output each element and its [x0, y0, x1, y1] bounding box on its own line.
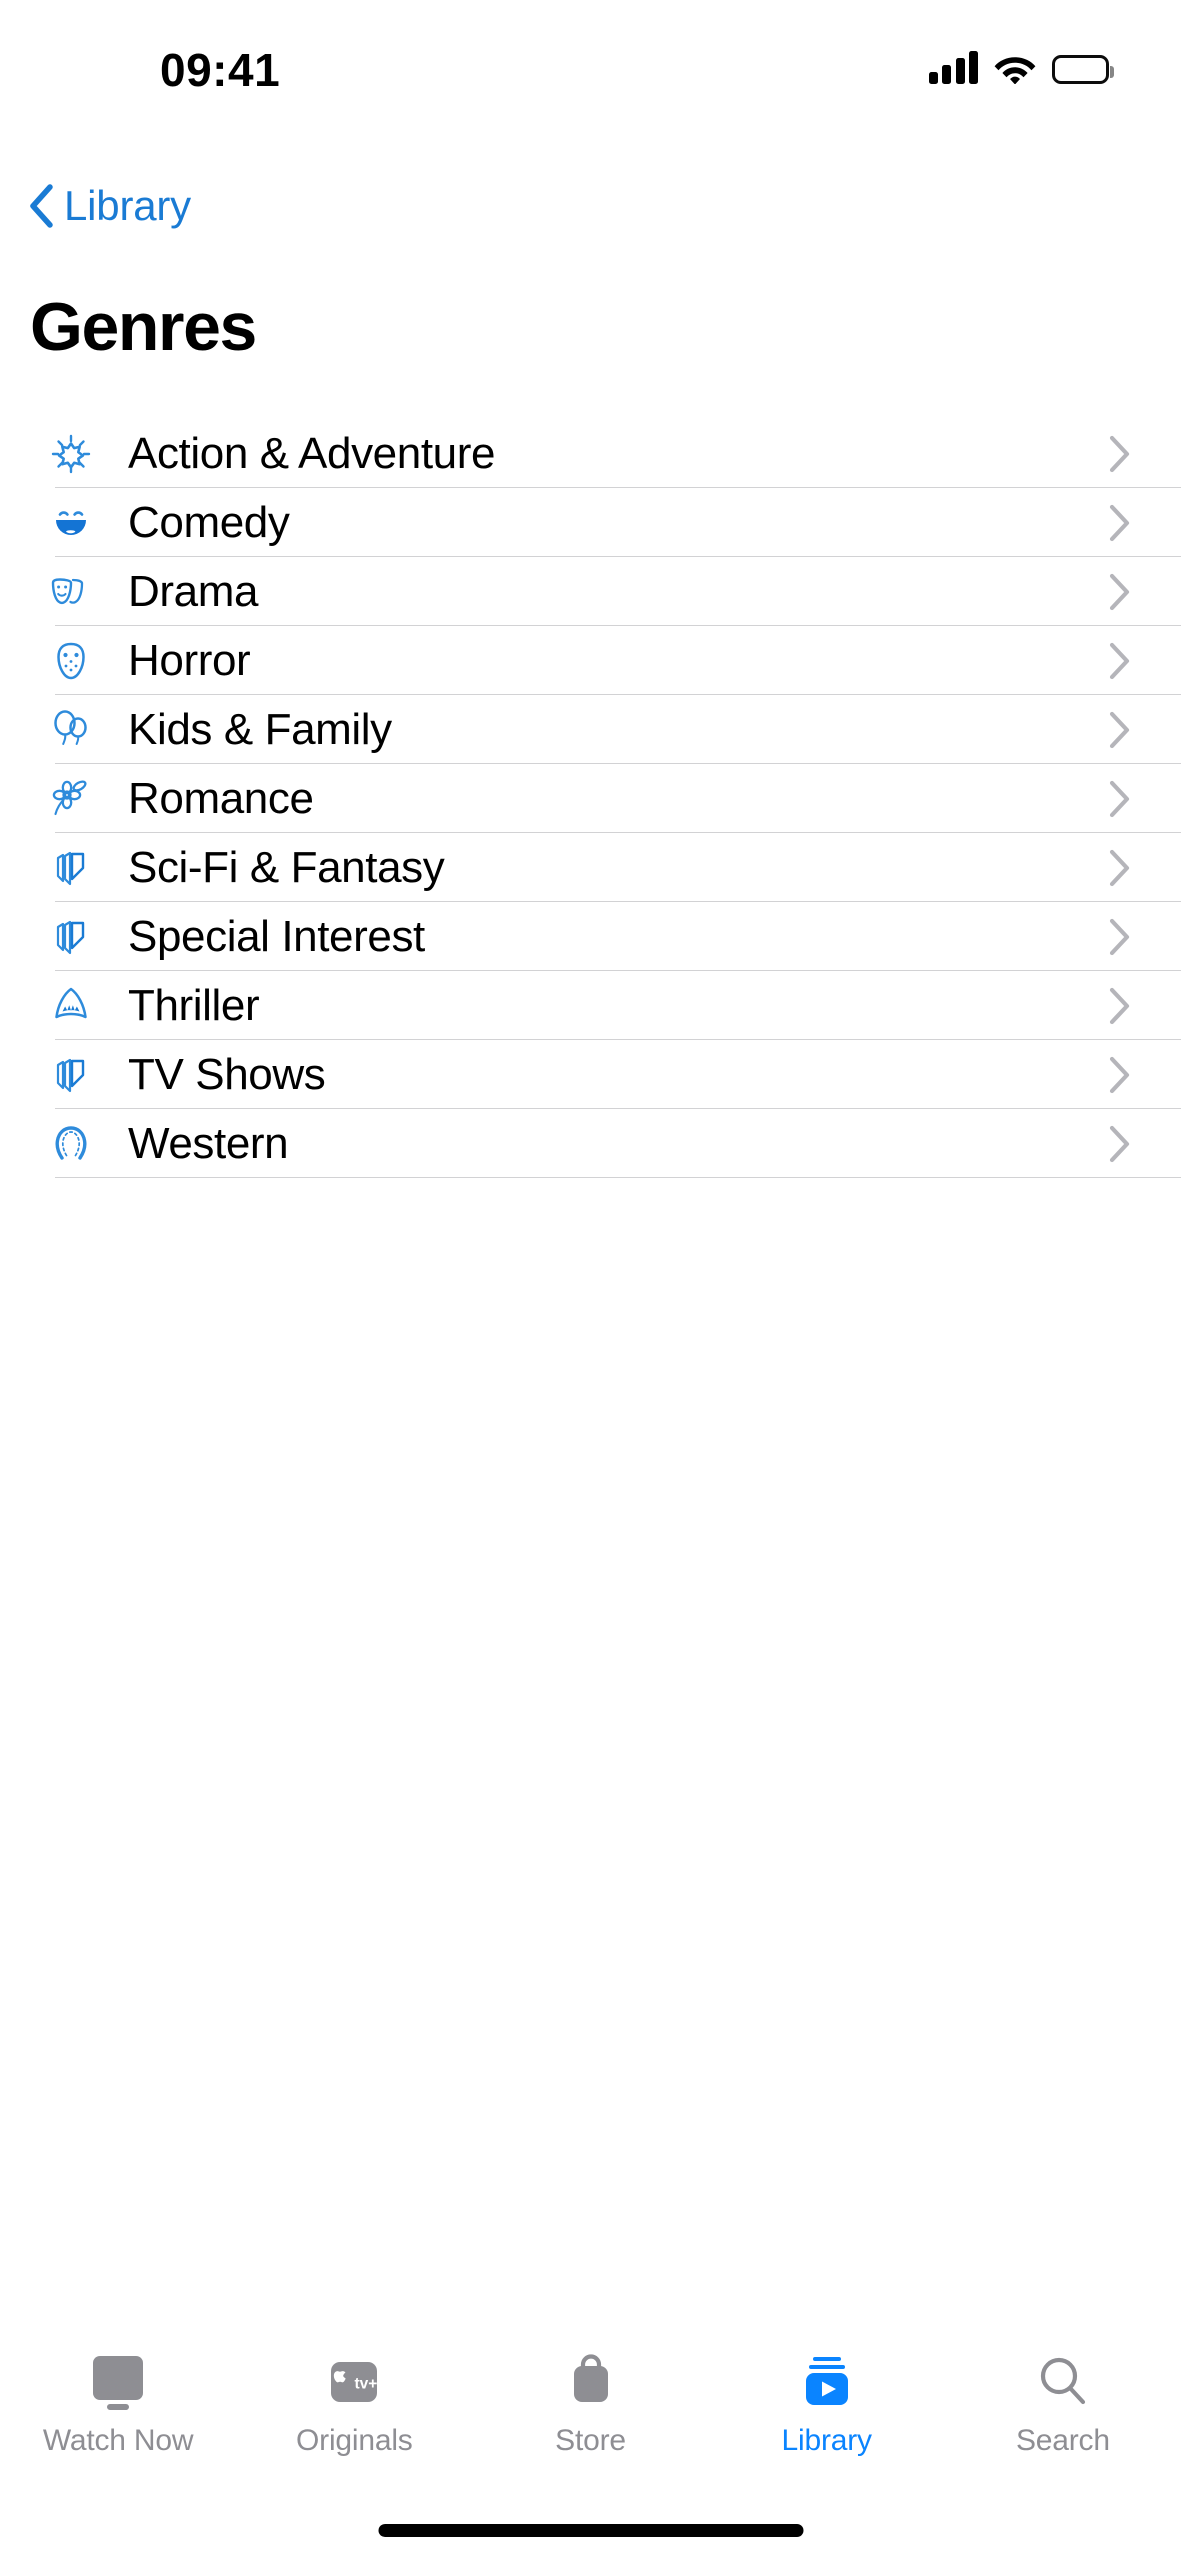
apple-tv-plus-icon: tv+ [323, 2348, 385, 2418]
chevron-right-icon [1109, 573, 1131, 611]
tab-watch-now[interactable]: Watch Now [0, 2342, 236, 2458]
genre-row-tv-shows[interactable]: TV Shows [0, 1040, 1181, 1109]
chevron-right-icon [1109, 780, 1131, 818]
chevron-right-icon [1109, 1125, 1131, 1163]
genre-label: Comedy [128, 497, 290, 547]
shark-icon [48, 983, 94, 1029]
tab-label: Watch Now [42, 2424, 194, 2457]
page-title: Genres [30, 289, 257, 365]
horseshoe-icon [48, 1121, 94, 1167]
battery-full-icon [1052, 55, 1114, 84]
tab-label: Store [555, 2424, 626, 2457]
svg-text:tv+: tv+ [355, 2376, 378, 2393]
genre-row-romance[interactable]: Romance [0, 764, 1181, 833]
chevron-right-icon [1109, 642, 1131, 680]
app-screen: 09:41 Library Genres Action & Adventure … [0, 0, 1181, 2560]
chevron-right-icon [1109, 849, 1131, 887]
flower-icon [48, 776, 94, 822]
chevron-right-icon [1109, 1056, 1131, 1094]
magnifier-icon [1032, 2348, 1094, 2418]
theater-masks-icon [48, 569, 94, 615]
explosion-icon [48, 431, 94, 477]
back-button-label: Library [64, 182, 191, 229]
laughing-face-icon [48, 500, 94, 546]
shopping-bag-icon [561, 2348, 621, 2418]
genre-row-action-adventure[interactable]: Action & Adventure [0, 419, 1181, 488]
hockey-mask-icon [48, 638, 94, 684]
genre-label: Thriller [128, 980, 260, 1030]
genre-label: Action & Adventure [128, 428, 496, 478]
genre-row-scifi-fantasy[interactable]: Sci-Fi & Fantasy [0, 833, 1181, 902]
genre-label: Romance [128, 773, 314, 823]
chevron-right-icon [1109, 918, 1131, 956]
signal-bars-icon [928, 51, 978, 84]
genre-label: Sci-Fi & Fantasy [128, 842, 445, 892]
wifi-icon [994, 52, 1036, 85]
genre-list: Action & Adventure Comedy Drama Horror K… [0, 419, 1181, 1178]
genre-label: TV Shows [128, 1049, 326, 1099]
chevron-right-icon [1109, 435, 1131, 473]
row-separator [55, 1177, 1181, 1178]
tab-store[interactable]: Store [472, 2342, 708, 2458]
tab-bar: Watch Now tv+ Originals Store Library Se… [0, 2342, 1181, 2482]
tab-search[interactable]: Search [945, 2342, 1181, 2458]
status-bar: 09:41 [0, 0, 1181, 115]
genre-label: Special Interest [128, 911, 425, 961]
genre-row-drama[interactable]: Drama [0, 557, 1181, 626]
chevron-right-icon [1109, 711, 1131, 749]
tab-label: Library [781, 2424, 873, 2457]
tab-label: Search [1015, 2424, 1110, 2457]
chevron-left-icon [28, 184, 54, 228]
tab-library[interactable]: Library [709, 2342, 945, 2458]
status-bar-time: 09:41 [160, 44, 281, 96]
status-bar-indicators [928, 51, 1114, 85]
stacked-layers-icon [48, 914, 94, 960]
genre-row-kids-family[interactable]: Kids & Family [0, 695, 1181, 764]
home-indicator[interactable] [378, 2524, 803, 2537]
genre-label: Western [128, 1118, 289, 1168]
chevron-right-icon [1109, 987, 1131, 1025]
library-play-icon [796, 2348, 858, 2418]
genre-row-thriller[interactable]: Thriller [0, 971, 1181, 1040]
stacked-layers-icon [48, 845, 94, 891]
genre-label: Horror [128, 635, 251, 685]
genre-label: Kids & Family [128, 704, 392, 754]
tab-label: Originals [296, 2424, 413, 2457]
chevron-right-icon [1109, 504, 1131, 542]
balloons-icon [48, 707, 94, 753]
tab-originals[interactable]: tv+ Originals [236, 2342, 472, 2458]
tv-monitor-icon [85, 2348, 151, 2418]
back-button[interactable]: Library [28, 182, 191, 230]
stacked-layers-icon [48, 1052, 94, 1098]
genre-row-special-interest[interactable]: Special Interest [0, 902, 1181, 971]
genre-row-western[interactable]: Western [0, 1109, 1181, 1178]
genre-label: Drama [128, 566, 259, 616]
genre-row-comedy[interactable]: Comedy [0, 488, 1181, 557]
genre-row-horror[interactable]: Horror [0, 626, 1181, 695]
